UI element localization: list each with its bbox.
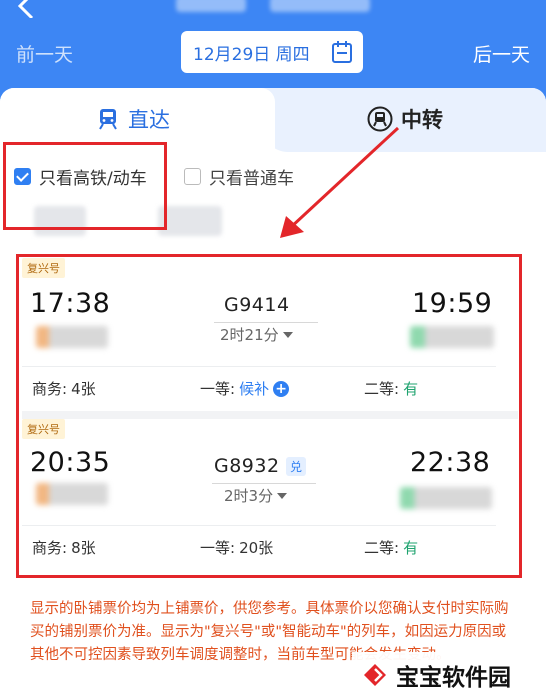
- station-title-blurred: [176, 0, 246, 12]
- annotation-arrow-icon: [280, 126, 400, 238]
- watermark-text: 宝宝软件园: [396, 665, 511, 691]
- station-filter-chip-blurred[interactable]: [158, 206, 222, 236]
- back-arrow-icon[interactable]: [14, 0, 40, 18]
- date-selector[interactable]: 12月29日 周四: [181, 31, 363, 73]
- tab-direct[interactable]: 直达: [96, 104, 170, 134]
- watermark-logo-icon: [364, 664, 386, 686]
- station-title-blurred: [270, 0, 370, 12]
- annotation-box-results: [16, 254, 522, 578]
- tab-direct-label: 直达: [128, 108, 170, 132]
- annotation-box-filter: [3, 142, 167, 230]
- prev-day-button[interactable]: 前一天: [16, 40, 73, 67]
- normal-train-checkbox[interactable]: [184, 168, 201, 185]
- next-day-button[interactable]: 后一天: [473, 40, 530, 67]
- calendar-icon: [332, 41, 352, 63]
- train-icon: [99, 109, 117, 130]
- date-label: 12月29日 周四: [193, 44, 310, 65]
- watermark: 宝宝软件园: [352, 652, 546, 698]
